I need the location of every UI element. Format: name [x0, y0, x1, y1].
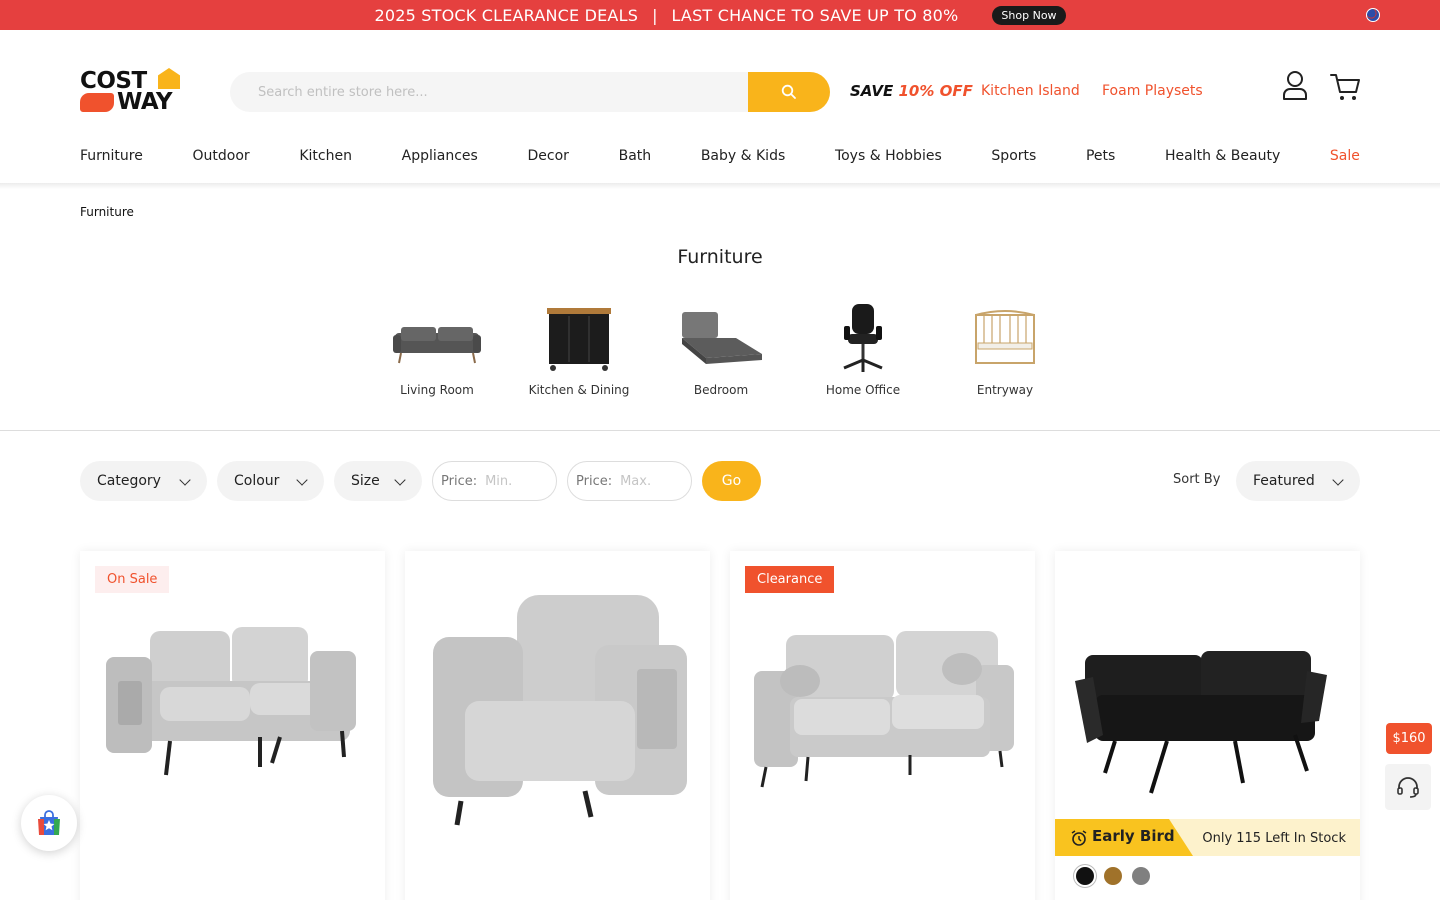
promo-text-left: 2025 STOCK CLEARANCE DEALS: [374, 5, 639, 25]
on-sale-badge: On Sale: [95, 566, 170, 593]
size-filter-label: Size: [351, 473, 380, 489]
sofa-product-image: [754, 631, 1014, 788]
australia-flag-icon[interactable]: [1366, 8, 1380, 22]
subcategory-label: Living Room: [400, 383, 474, 397]
early-bird-tag: Early Bird: [1055, 819, 1193, 856]
main-nav: Furniture Outdoor Kitchen Appliances Dec…: [80, 148, 1360, 170]
shopping-bag-widget[interactable]: [21, 795, 77, 851]
price-min-input[interactable]: [485, 473, 546, 489]
shopping-bag-icon: [38, 810, 60, 835]
futon-product-image: [1075, 651, 1327, 794]
nav-toys-hobbies[interactable]: Toys & Hobbies: [835, 148, 942, 170]
search-bar: [230, 72, 830, 112]
promo-separator: |: [652, 5, 658, 25]
save-prefix: SAVE: [850, 82, 899, 100]
costway-logo[interactable]: COST WAY: [80, 68, 182, 115]
user-icon[interactable]: [1282, 70, 1308, 100]
nav-sports[interactable]: Sports: [991, 148, 1036, 170]
nav-baby-kids[interactable]: Baby & Kids: [701, 148, 785, 170]
subcategory-entryway[interactable]: Entryway: [945, 300, 1065, 397]
bed-frame-image: [682, 312, 762, 364]
cart-icon[interactable]: [1330, 72, 1362, 102]
subcategory-kitchen-dining[interactable]: Kitchen & Dining: [519, 300, 639, 397]
search-input[interactable]: [258, 72, 738, 112]
logo-text-bottom: WAY: [117, 89, 173, 115]
promo-text-right: LAST CHANCE TO SAVE UP TO 80%: [671, 5, 959, 25]
subcategory-label: Kitchen & Dining: [528, 383, 630, 397]
price-max-label: Price:: [576, 473, 613, 489]
color-swatch-black[interactable]: [1076, 867, 1094, 885]
product-card[interactable]: Early Bird Only 115 Left In Stock: [1055, 551, 1360, 900]
chevron-down-icon: [394, 474, 406, 486]
chevron-down-icon: [1332, 474, 1344, 486]
nav-sale[interactable]: Sale: [1330, 148, 1360, 170]
size-filter[interactable]: Size: [334, 461, 422, 501]
save-highlight: 10% OFF: [898, 82, 973, 100]
nav-divider: [0, 183, 1440, 189]
subcategory-label: Bedroom: [693, 383, 749, 397]
subcategory-home-office[interactable]: Home Office: [803, 300, 923, 397]
logo-house-shape: [158, 68, 180, 89]
quick-link-foam-playsets[interactable]: Foam Playsets: [1102, 83, 1203, 99]
colour-filter-label: Colour: [234, 473, 280, 489]
chevron-down-icon: [296, 474, 308, 486]
headset-icon: [1397, 777, 1419, 798]
product-card[interactable]: [405, 551, 710, 900]
nav-bath[interactable]: Bath: [619, 148, 652, 170]
category-filter[interactable]: Category: [80, 461, 207, 501]
office-chair-image: [843, 304, 883, 372]
nav-pets[interactable]: Pets: [1086, 148, 1115, 170]
quick-link-kitchen-island[interactable]: Kitchen Island: [981, 83, 1080, 99]
product-card[interactable]: On Sale: [80, 551, 385, 900]
subcategory-living-room[interactable]: Living Room: [377, 300, 497, 397]
promo-banner[interactable]: 2025 STOCK CLEARANCE DEALS | LAST CHANCE…: [0, 0, 1440, 30]
price-min-label: Price:: [441, 473, 478, 489]
section-divider: [0, 430, 1440, 431]
stock-remaining-text: Only 115 Left In Stock: [1202, 831, 1346, 846]
color-swatch-gray[interactable]: [1132, 867, 1150, 885]
sort-select[interactable]: Featured: [1236, 461, 1360, 501]
sort-by-label: Sort By: [1173, 472, 1221, 487]
loveseat-product-image: [106, 627, 356, 776]
customer-support-button[interactable]: [1385, 764, 1431, 810]
breadcrumb[interactable]: Furniture: [80, 205, 134, 219]
early-bird-bar: Early Bird Only 115 Left In Stock: [1055, 819, 1360, 856]
price-go-button[interactable]: Go: [702, 461, 761, 501]
nav-furniture[interactable]: Furniture: [80, 148, 143, 170]
armchair-product-image: [433, 595, 687, 826]
early-bird-title: Early Bird: [1092, 827, 1175, 845]
category-filter-label: Category: [97, 473, 161, 489]
colour-filter[interactable]: Colour: [217, 461, 324, 501]
search-icon: [781, 84, 796, 99]
price-min-field: Price:: [432, 461, 557, 501]
subcategory-bedroom[interactable]: Bedroom: [661, 300, 781, 397]
subcategory-label: Home Office: [825, 383, 901, 397]
page-title: Furniture: [677, 246, 763, 268]
sort-select-value: Featured: [1253, 473, 1315, 489]
clearance-badge: Clearance: [745, 566, 835, 593]
subcategory-label: Entryway: [976, 383, 1034, 397]
shop-now-button[interactable]: Shop Now: [992, 5, 1066, 25]
alarm-clock-icon: [1071, 830, 1087, 846]
save-promo-text[interactable]: SAVE 10% OFF: [850, 82, 973, 100]
price-max-input[interactable]: [620, 473, 681, 489]
chevron-down-icon: [179, 474, 191, 486]
nav-decor[interactable]: Decor: [528, 148, 569, 170]
price-max-field: Price:: [567, 461, 692, 501]
logo-orange-shape: [80, 93, 114, 112]
shoe-rack-image: [975, 310, 1035, 364]
nav-kitchen[interactable]: Kitchen: [299, 148, 352, 170]
search-button[interactable]: [748, 72, 830, 112]
sofa-image: [393, 327, 481, 364]
color-swatch-brown[interactable]: [1104, 867, 1122, 885]
nav-health-beauty[interactable]: Health & Beauty: [1165, 148, 1280, 170]
nav-appliances[interactable]: Appliances: [402, 148, 478, 170]
kitchen-cart-image: [547, 308, 611, 371]
product-card[interactable]: Clearance: [730, 551, 1035, 900]
floating-price-tag[interactable]: $160: [1386, 723, 1432, 754]
nav-outdoor[interactable]: Outdoor: [193, 148, 250, 170]
